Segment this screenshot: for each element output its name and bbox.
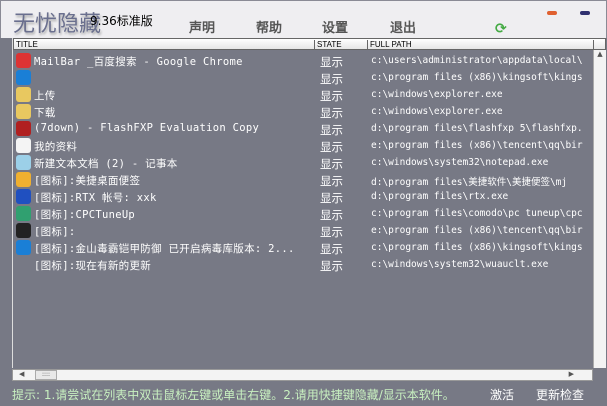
table-row[interactable]: 我的资料 显示 e:\program files (x86)\tencent\qq\… (13, 137, 593, 154)
activate-button[interactable]: 激活 (490, 386, 514, 403)
list-header: TITLE STATE FULL PATH (13, 38, 606, 50)
row-path: d:\program files\美捷软件\美捷便签\mj (371, 177, 568, 188)
row-state: 显示 (320, 140, 343, 154)
row-path: c:\users\administrator\appdata\local\ (371, 55, 583, 66)
row-state: 显示 (320, 259, 343, 273)
window-list[interactable]: TITLE STATE FULL PATH MailBar _百度搜索 - Go… (12, 38, 606, 368)
row-title: [图标]:RTX 帐号: xxk (34, 192, 157, 204)
menu-settings[interactable]: 设置 (322, 17, 348, 36)
table-row[interactable]: [图标]:现在有新的更新 显示 c:\windows\system32\wuaucl… (13, 256, 593, 273)
row-path: e:\program files (x86)\tencent\qq\bir (371, 140, 583, 151)
row-state: 显示 (320, 89, 343, 103)
row-state: 显示 (320, 72, 343, 86)
row-state: 显示 (320, 208, 343, 222)
kingsoft-icon (16, 70, 31, 85)
row-title: [图标]:现在有新的更新 (34, 260, 152, 272)
row-title: [图标]:美捷桌面便签 (34, 175, 141, 187)
table-row[interactable]: MailBar _百度搜索 - Google Chrome 显示 c:\users\… (13, 52, 593, 69)
table-row[interactable]: [图标]:CPCTuneUp 显示 c:\program files\comodo\… (13, 205, 593, 222)
column-state[interactable]: STATE (315, 40, 368, 50)
menu-exit[interactable]: 退出 (390, 17, 416, 36)
table-row[interactable]: 上传 显示 c:\windows\explorer.exe (13, 86, 593, 103)
row-state: 显示 (320, 55, 343, 69)
app-version: 9.36标准版 (90, 14, 153, 28)
chrome-icon (16, 53, 31, 68)
row-state: 显示 (320, 106, 343, 120)
refresh-icon[interactable]: ⟳ (495, 21, 507, 37)
horizontal-scrollbar[interactable]: ◀ :::: ▶ (12, 369, 593, 381)
cpctuneup-icon (16, 206, 31, 221)
update-check-button[interactable]: 更新检查 (536, 386, 584, 403)
row-state: 显示 (320, 225, 343, 239)
folder-icon (16, 87, 31, 102)
row-path: d:\program files\rtx.exe (371, 191, 509, 202)
row-title: (7down) - FlashFXP Evaluation Copy (34, 122, 260, 134)
row-path: d:\program files\flashfxp 5\flashfxp. (371, 123, 583, 134)
column-full-path[interactable]: FULL PATH (368, 40, 594, 50)
row-state: 显示 (320, 174, 343, 188)
row-path: c:\program files (x86)\kingsoft\kings (371, 72, 583, 83)
title-bar: 无忧隐藏 9.36标准版 声明 帮助 设置 退出 ⟳ (0, 0, 607, 38)
app-logo: 无忧隐藏 (13, 12, 102, 37)
table-row[interactable]: [图标]:美捷桌面便签 显示 d:\program files\美捷软件\美捷便签\… (13, 171, 593, 188)
row-state: 显示 (320, 191, 343, 205)
row-path: c:\windows\explorer.exe (371, 106, 503, 117)
minimize-button[interactable] (547, 11, 557, 15)
row-state: 显示 (320, 157, 343, 171)
flashfxp-icon (16, 121, 31, 136)
table-row[interactable]: (7down) - FlashFXP Evaluation Copy 显示 d:\p… (13, 120, 593, 137)
scrollbar-thumb[interactable]: :::: (35, 370, 57, 380)
kingsoft-icon (16, 240, 31, 255)
row-title: MailBar _百度搜索 - Google Chrome (34, 56, 243, 68)
table-row[interactable]: [图标]:金山毒霸铠甲防御 已开启病毒库版本: 2... 显示 c:\program… (13, 239, 593, 256)
row-path: c:\program files (x86)\kingsoft\kings (371, 242, 583, 253)
table-row[interactable]: 显示 c:\program files (x86)\kingsoft\kings (13, 69, 593, 86)
table-row[interactable]: 下载 显示 c:\windows\explorer.exe (13, 103, 593, 120)
row-state: 显示 (320, 123, 343, 137)
notepad-icon (16, 155, 31, 170)
hint-text: 提示: 1.请尝试在列表中双击鼠标左键或单击右键。2.请用快捷键隐藏/显示本软件… (12, 388, 455, 402)
row-state: 显示 (320, 242, 343, 256)
menu-help[interactable]: 帮助 (256, 17, 282, 36)
column-title[interactable]: TITLE (14, 40, 315, 50)
table-row[interactable]: 新建文本文档 (2) - 记事本 显示 c:\windows\system32\no… (13, 154, 593, 171)
table-row[interactable]: [图标]: 显示 e:\program files (x86)\tencent\qq… (13, 222, 593, 239)
sticky-note-icon (16, 172, 31, 187)
hide-button[interactable] (580, 11, 590, 15)
menu-statement[interactable]: 声明 (189, 17, 215, 36)
row-title: 上传 (34, 90, 56, 102)
qq-penguin-icon (16, 223, 31, 238)
vertical-scrollbar[interactable]: ▲ (593, 50, 606, 368)
row-title: 我的资料 (34, 141, 78, 153)
row-path: c:\windows\explorer.exe (371, 89, 503, 100)
row-title: 下载 (34, 107, 56, 119)
rtx-icon (16, 189, 31, 204)
row-path: c:\windows\system32\wuauclt.exe (371, 259, 549, 270)
row-path: c:\program files\comodo\pc tuneup\cpc (371, 208, 583, 219)
row-title: [图标]: (34, 226, 76, 238)
folder-icon (16, 104, 31, 119)
row-path: c:\windows\system32\notepad.exe (371, 157, 549, 168)
row-title: [图标]:CPCTuneUp (34, 209, 136, 221)
table-row[interactable]: [图标]:RTX 帐号: xxk 显示 d:\program files\rtx.e… (13, 188, 593, 205)
row-title: [图标]:金山毒霸铠甲防御 已开启病毒库版本: 2... (34, 243, 295, 255)
row-title: 新建文本文档 (2) - 记事本 (34, 158, 178, 170)
qq-icon (16, 138, 31, 153)
row-path: e:\program files (x86)\tencent\qq\bir (371, 225, 583, 236)
